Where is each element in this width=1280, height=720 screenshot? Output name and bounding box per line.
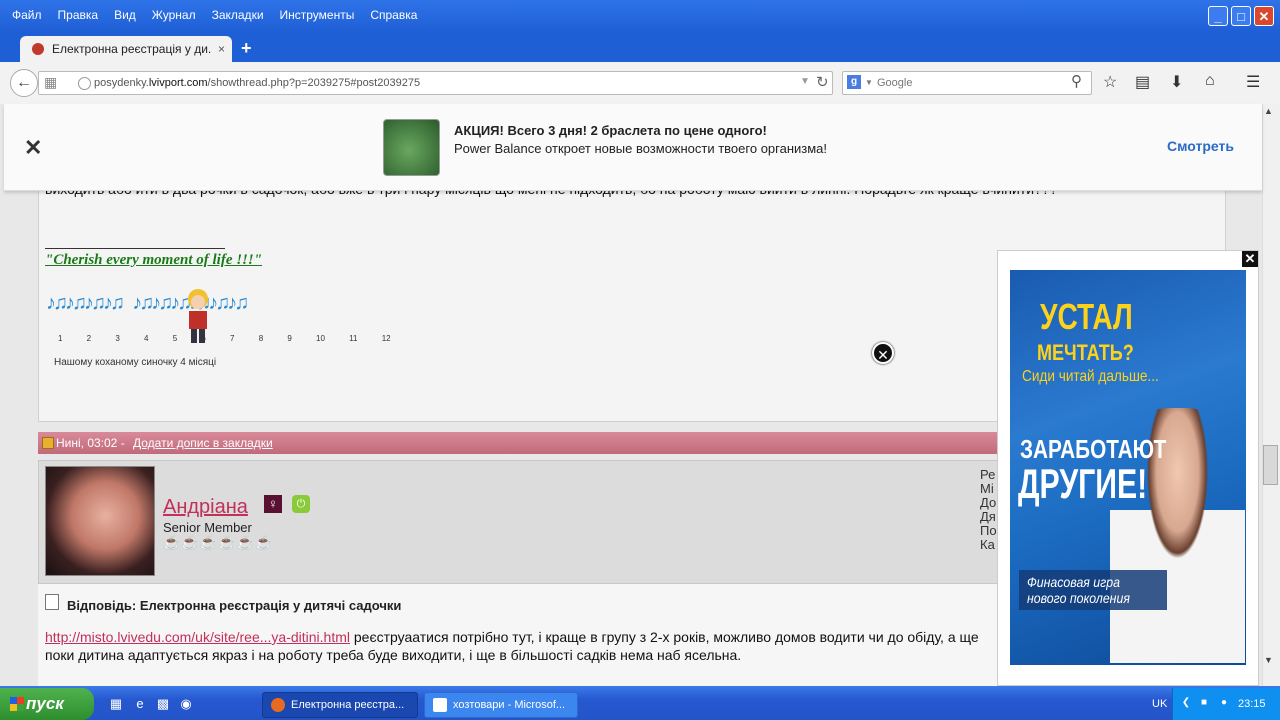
clock: 23:15 [1238, 698, 1266, 710]
floating-close-icon[interactable]: ✕ [872, 342, 894, 364]
maximize-button[interactable]: □ [1231, 6, 1251, 26]
user-rank: Senior Member [163, 520, 252, 535]
online-status-icon: ⏻ [292, 495, 310, 513]
windows-logo-icon [10, 697, 24, 711]
back-button[interactable]: ← [10, 69, 38, 97]
menu-bookmarks[interactable]: Закладки [212, 8, 264, 22]
tab-title: Електронна реєстрація у ди... [52, 42, 212, 56]
site-identity-icon[interactable] [78, 77, 91, 90]
stat-label: По [980, 523, 997, 538]
ticker-caption: Нашому коханому синочку 4 місяці [54, 357, 217, 368]
internet-explorer-icon[interactable]: e [132, 696, 148, 712]
menu-bar: Файл Правка Вид Журнал Закладки Инструме… [4, 0, 425, 30]
menu-edit[interactable]: Правка [58, 8, 99, 22]
taskbar-word-window[interactable]: хозтовари - Microsof... [424, 692, 578, 718]
search-icon[interactable]: ⚲ [1071, 72, 1082, 90]
show-desktop-icon[interactable]: ▦ [108, 696, 124, 712]
task-label: хозтовари - Microsof... [453, 699, 566, 711]
tray-expand-icon[interactable]: ❮ [1180, 697, 1192, 709]
tab-close-icon[interactable]: × [218, 42, 225, 56]
ad-subline: Сиди читай дальше... [1022, 368, 1159, 385]
stat-label: Ка [980, 537, 995, 552]
bluetooth-icon[interactable]: ● [1218, 697, 1230, 709]
language-indicator[interactable]: UK [1152, 698, 1167, 710]
url-text[interactable]: posydenky.lvivport.com/showthread.php?p=… [94, 77, 420, 89]
bracelet-product-image[interactable] [383, 119, 440, 176]
page-scrollbar[interactable] [1262, 104, 1280, 686]
banner-close-icon[interactable]: ✕ [24, 135, 42, 161]
taskbar-firefox-window[interactable]: Електронна реєстра... [262, 692, 418, 718]
ad-headline-2: МЕЧТАТЬ? [1037, 340, 1134, 365]
banner-subtitle: Power Balance откроет новые возможности … [454, 141, 828, 156]
downloads-icon[interactable]: ⬇ [1170, 72, 1183, 92]
ad-headline-4: ДРУГИЕ! [1018, 460, 1148, 507]
search-engine-icon[interactable]: g [847, 75, 861, 89]
favicon-icon [32, 43, 44, 55]
tab-active[interactable]: Електронна реєстрація у ди... × [20, 36, 232, 62]
post-status-icon [42, 437, 54, 449]
scroll-thumb[interactable] [1263, 445, 1278, 485]
home-icon[interactable]: ⌂ [1205, 72, 1215, 90]
stat-label: Ре [980, 467, 996, 482]
user-stats: Ре Мі До Дя По Ка [980, 468, 997, 552]
reply-link[interactable]: http://misto.lvivedu.com/uk/site/ree...y… [45, 629, 350, 645]
reply-text: http://misto.lvivedu.com/uk/site/ree...y… [45, 628, 1000, 664]
url-dropdown-icon[interactable]: ▼ [800, 76, 810, 87]
firefox-icon [271, 698, 285, 712]
post-date: Нині, 03:02 - [56, 436, 125, 450]
search-engine-dropdown-icon[interactable]: ▼ [865, 78, 873, 87]
stat-label: Дя [980, 509, 996, 524]
word-document-icon [433, 698, 447, 712]
music-notes-ticker: ♪♫♪♫♪♫♪♫ ♪♫♪♫♪♫♪♫♪♫♪♫ [46, 292, 249, 314]
search-input[interactable]: Google [877, 77, 912, 89]
new-tab-button[interactable]: + [241, 38, 252, 59]
ad-headline-1: УСТАЛ [1040, 296, 1133, 337]
task-label: Електронна реєстра... [291, 699, 405, 711]
stat-label: До [980, 495, 997, 510]
add-bookmark-link[interactable]: Додати допис в закладки [133, 436, 273, 450]
username-link[interactable]: Андріана [163, 496, 248, 519]
reputation-cups-icon: ☕☕☕☕☕☕ [163, 534, 274, 550]
close-window-button[interactable]: ✕ [1254, 6, 1274, 26]
menu-tools[interactable]: Инструменты [280, 8, 355, 22]
post-document-icon [45, 594, 59, 610]
reply-title: Відповідь: Електронна реєстрація у дитяч… [67, 598, 402, 613]
minimize-button[interactable]: _ [1208, 6, 1228, 26]
banner-title[interactable]: АКЦИЯ! Всего 3 дня! 2 браслета по цене о… [454, 123, 767, 138]
media-icon[interactable]: ▩ [155, 696, 171, 712]
firefox-quicklaunch-icon[interactable]: ◉ [178, 696, 194, 712]
stat-label: Мі [980, 481, 994, 496]
sidebar-icon[interactable]: ▦ [44, 74, 57, 91]
scroll-down-icon[interactable]: ▼ [1264, 655, 1273, 665]
ad-close-icon[interactable]: ✕ [1242, 251, 1258, 267]
banner-view-button[interactable]: Смотреть [1167, 138, 1234, 154]
signature-divider [45, 248, 225, 249]
menu-hamburger-icon[interactable]: ☰ [1246, 72, 1260, 92]
network-icon[interactable]: ■ [1198, 697, 1210, 709]
menu-history[interactable]: Журнал [152, 8, 196, 22]
scroll-up-icon[interactable]: ▲ [1264, 106, 1273, 116]
ad-caption-text: Финасовая игра нового поколения [1027, 574, 1130, 606]
menu-view[interactable]: Вид [114, 8, 136, 22]
reading-list-icon[interactable]: ▤ [1135, 72, 1150, 92]
menu-file[interactable]: Файл [12, 8, 42, 22]
menu-help[interactable]: Справка [370, 8, 417, 22]
avatar[interactable] [45, 466, 155, 576]
ticker-numbers: 1 2 3 4 5 6 7 8 9 10 11 12 [58, 334, 391, 343]
reload-icon[interactable]: ↻ [816, 73, 829, 91]
bookmark-star-icon[interactable]: ☆ [1103, 72, 1117, 92]
signature-text: "Cherish every moment of life !!!" [45, 252, 263, 268]
female-gender-icon: ♀ [264, 495, 282, 513]
